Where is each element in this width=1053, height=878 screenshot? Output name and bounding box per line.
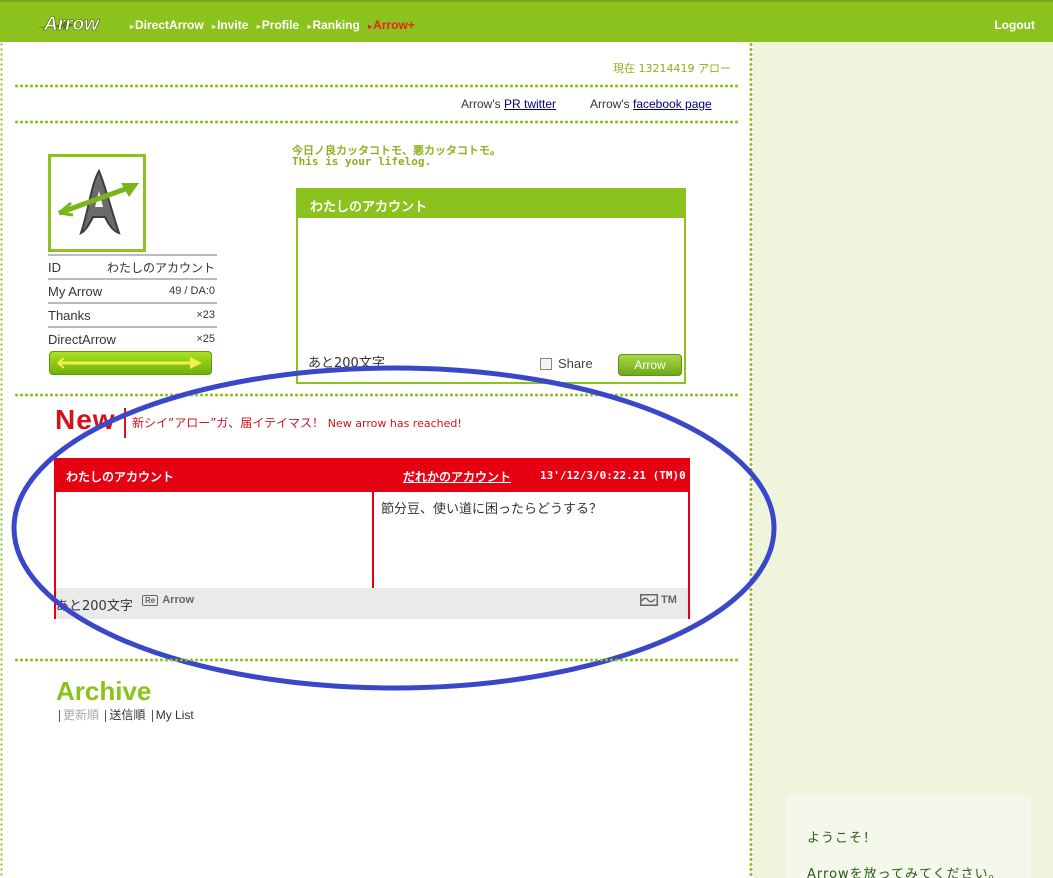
logout-link[interactable]: Logout [994,18,1035,32]
composer-title: わたしのアカウント [298,190,684,218]
profile-stats: ID わたしのアカウント My Arrow 49 / DA:0 Thanks ×… [48,254,217,350]
nav-bullet-icon: ▸ [256,22,261,31]
share-checkbox[interactable] [540,357,552,370]
divider [14,658,739,662]
sender-name: わたしのアカウント [66,470,175,484]
arrow-timestamp: 13'/12/3/0:22.21 (TM)0 [540,469,686,482]
stat-label: Thanks [48,307,91,323]
long-arrow-icon [57,357,202,369]
stat-value: わたしのアカウント [106,260,215,275]
right-sidebar [753,42,1053,878]
lifelog-tagline-en: This is your lifelog. [292,155,432,168]
stat-label: My Arrow [48,283,103,299]
reply-label: Arrow [162,594,195,606]
stat-value: ×25 [196,333,215,345]
svg-text:Arrow: Arrow [43,14,100,35]
composer-textarea[interactable] [306,224,676,342]
twitter-link[interactable]: PR twitter [504,97,556,111]
share-label: Share [558,356,593,371]
nav-arrow-plus[interactable]: ▸Arrow+ [368,18,415,32]
nav-label: DirectArrow [135,18,204,32]
tm-button[interactable]: TM [640,594,677,606]
recipient-link[interactable]: だれかのアカウント [403,468,511,485]
share-toggle[interactable]: Share [540,356,593,371]
arrow-card-header: わたしのアカウント だれかのアカウント 13'/12/3/0:22.21 (TM… [56,460,688,492]
facebook-prefix: Arrow's [590,97,630,111]
nav-label: Arrow+ [373,18,415,32]
nav-label: Profile [261,18,300,32]
arrow-logo[interactable]: Arrow [34,10,104,36]
archive-sort-tabs: 更新順 送信順 My List [56,706,194,723]
reply-textarea[interactable] [60,496,366,584]
separator [151,709,153,722]
avatar[interactable] [48,154,146,252]
tm-label: TM [661,594,677,606]
reply-arrow-button[interactable]: Re Arrow [142,594,194,606]
welcome-box: ようこそ！ Arrowを放ってみてください。 [786,795,1031,878]
new-message-jp: 新シイ”アロー”ガ、届イテイマス！ [132,416,324,430]
send-arrow-button[interactable]: Arrow [618,354,682,376]
welcome-line-1: ようこそ！ [807,831,878,846]
column-divider [749,42,753,878]
stat-value: ×23 [196,309,215,321]
new-arrow-message: 新シイ”アロー”ガ、届イテイマス！ New arrow has reached! [132,414,462,431]
nav-profile[interactable]: ▸Profile [257,18,299,32]
nav-bullet-icon: ▸ [212,22,217,31]
facebook-link[interactable]: facebook page [633,97,712,111]
stat-label: ID [48,259,61,275]
stat-thanks: Thanks ×23 [48,302,217,326]
new-heading: New [55,404,116,435]
reply-char-count: あと200文字 [56,599,133,614]
left-dotted-border [0,42,3,878]
tab-my-list[interactable]: My List [156,708,194,722]
arrow-points: 現在 13214419 アロー [613,62,731,75]
tm-wave-icon [640,594,658,606]
new-message-en: New arrow has reached! [327,417,462,430]
nav-bullet-icon: ▸ [130,22,135,31]
new-heading-bar [124,408,126,438]
nav-label: Invite [217,18,249,32]
arrow-gauge-button[interactable] [49,351,212,375]
stat-label: DirectArrow [48,331,116,347]
external-links: Arrow's PR twitter Arrow's facebook page [461,97,712,111]
archive-heading: Archive [56,676,152,706]
separator [105,709,107,722]
composer-char-count: あと200文字 [308,356,385,371]
nav-invite[interactable]: ▸Invite [212,18,248,32]
received-message: 節分豆、使い道に困ったらどうする？ [381,502,603,517]
main-nav: ▸DirectArrow ▸Invite ▸Profile ▸Ranking ▸… [130,18,420,32]
reply-icon: Re [142,594,159,606]
stat-direct-arrow: DirectArrow ×25 [48,326,217,350]
stat-my-arrow: My Arrow 49 / DA:0 [48,278,217,302]
divider [14,120,739,124]
nav-directarrow[interactable]: ▸DirectArrow [130,18,204,32]
welcome-line-2: Arrowを放ってみてください。 [807,867,1003,878]
page: Arrow ▸DirectArrow ▸Invite ▸Profile ▸Ran… [0,0,1053,878]
twitter-prefix: Arrow's [461,97,501,111]
nav-bullet-icon: ▸ [307,22,312,31]
arrow-card: わたしのアカウント だれかのアカウント 13'/12/3/0:22.21 (TM… [54,458,690,619]
arrow-a-logo-icon [58,168,139,235]
arrow-composer: わたしのアカウント あと200文字 Share Arrow [296,188,686,384]
nav-bullet-icon: ▸ [368,22,373,31]
stat-value: 49 / DA:0 [169,285,215,297]
tab-sort-sent[interactable]: 送信順 [109,708,145,722]
nav-label: Ranking [312,18,360,32]
divider [14,393,739,397]
top-nav-bar: Arrow ▸DirectArrow ▸Invite ▸Profile ▸Ran… [0,0,1053,42]
nav-ranking[interactable]: ▸Ranking [307,18,359,32]
divider [14,84,739,88]
separator [59,709,60,722]
stat-id: ID わたしのアカウント [48,254,217,278]
tab-sort-updated[interactable]: 更新順 [63,708,99,722]
